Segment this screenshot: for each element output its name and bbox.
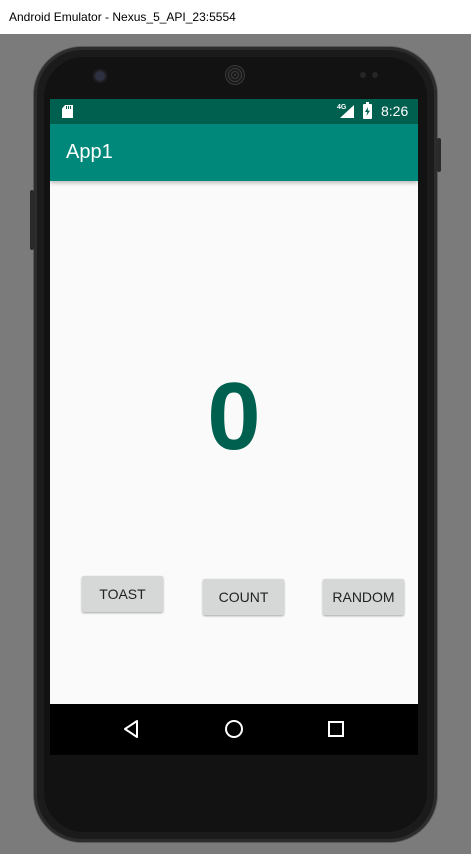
light-sensor-icon (372, 72, 378, 78)
home-icon[interactable] (224, 719, 244, 739)
network-type-label: 4G (337, 104, 347, 111)
navigation-bar (50, 704, 418, 755)
count-button[interactable]: COUNT (203, 579, 284, 615)
sd-card-icon (62, 105, 73, 118)
recents-icon[interactable] (326, 719, 346, 739)
proximity-sensor-icon (360, 72, 366, 78)
random-button[interactable]: RANDOM (323, 579, 404, 615)
status-clock: 8:26 (381, 103, 409, 119)
back-icon[interactable] (122, 719, 142, 739)
app-toolbar: App1 (50, 124, 418, 181)
battery-charging-icon (363, 102, 372, 119)
power-button[interactable] (437, 138, 441, 172)
count-display: 0 (207, 363, 261, 470)
earpiece-speaker-icon (225, 65, 245, 85)
toast-button[interactable]: TOAST (82, 576, 163, 612)
front-camera-icon (95, 71, 105, 81)
emulator-window-title: Android Emulator - Nexus_5_API_23:5554 (0, 0, 471, 34)
volume-button[interactable] (30, 190, 34, 250)
status-bar: 4G 8:26 (50, 99, 418, 124)
device-screen: 4G 8:26 App1 0 TOAST COUNT RANDOM (50, 99, 418, 755)
app-title: App1 (66, 141, 113, 163)
